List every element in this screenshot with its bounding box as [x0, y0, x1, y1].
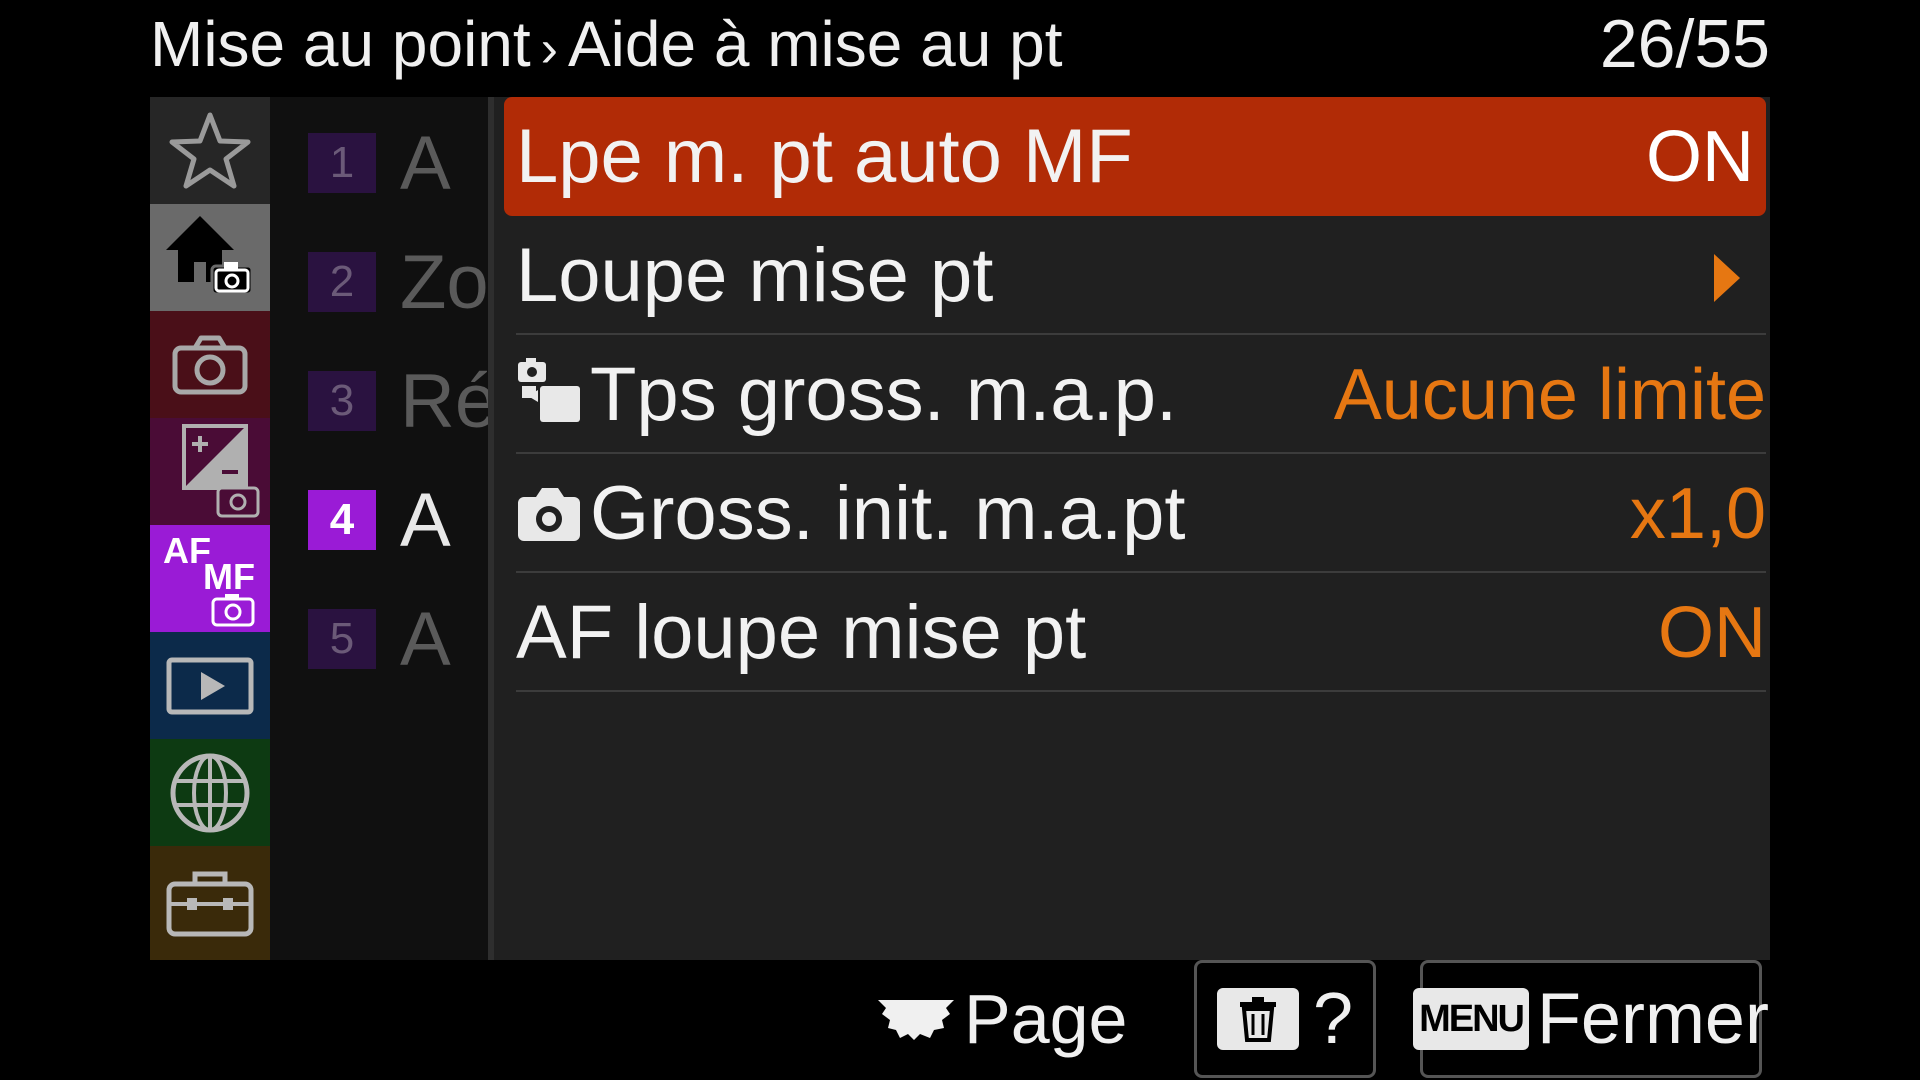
camera-icon	[516, 470, 584, 570]
page-indicator: 26/55	[1599, 6, 1770, 82]
category-favorites[interactable]	[150, 97, 270, 204]
page-item-4[interactable]: 4 A	[270, 454, 488, 573]
menu-item-auto-mf-assist[interactable]: Lpe m. pt auto MF ON	[504, 97, 1766, 216]
menu-item-label-wrap: Tps gross. m.a.p.	[516, 345, 1177, 451]
camera-icon	[172, 335, 248, 394]
page-number: 1	[308, 133, 376, 193]
menu-item-label: AF loupe mise pt	[516, 590, 1087, 675]
menu-footer: Page ? MENU Fermer	[0, 960, 1920, 1080]
menu-item-value: Aucune limite	[1333, 355, 1766, 435]
category-network[interactable]	[150, 739, 270, 846]
page-title-truncated: A	[400, 121, 451, 206]
menu-item-value: ON	[1646, 117, 1754, 197]
page-title-truncated: A	[400, 478, 451, 563]
page-hint: Page	[876, 974, 1127, 1064]
breadcrumb-subsection: Aide à mise au pt	[567, 8, 1063, 80]
playback-icon	[166, 657, 254, 714]
menu-item-value: x1,0	[1629, 474, 1766, 554]
page-title-truncated: A	[400, 597, 451, 682]
menu-item-label: Gross. init. m.a.pt	[590, 471, 1186, 556]
menu-item-label-wrap: Gross. init. m.a.pt	[516, 464, 1186, 570]
page-number: 2	[308, 252, 376, 312]
menu-header: Mise au point › Aide à mise au pt 26/55	[150, 0, 1770, 96]
category-focus[interactable]: AF MF	[150, 525, 270, 632]
close-label: Fermer	[1536, 979, 1769, 1059]
breadcrumb: Mise au point › Aide à mise au pt	[150, 2, 1062, 91]
menu-item-focus-magnif-time[interactable]: Tps gross. m.a.p. Aucune limite	[516, 335, 1766, 454]
category-setup[interactable]	[150, 846, 270, 960]
menu-item-focus-magnifier[interactable]: Loupe mise pt	[516, 216, 1766, 335]
help-button[interactable]: ?	[1194, 960, 1376, 1078]
menu-item-label: Loupe mise pt	[516, 233, 994, 318]
category-rail: AF MF	[150, 97, 270, 960]
page-item-3[interactable]: 3 Ré	[270, 335, 488, 454]
category-exposure-color[interactable]	[150, 418, 270, 525]
photo-movie-icon	[516, 351, 584, 451]
menu-item-af-focus-magnifier[interactable]: AF loupe mise pt ON	[516, 573, 1766, 692]
toolbox-icon	[166, 871, 254, 937]
menu-item-label: Lpe m. pt auto MF	[516, 114, 1133, 199]
page-number: 5	[308, 609, 376, 669]
page-item-5[interactable]: 5 A	[270, 573, 488, 692]
chevron-right-icon	[1714, 254, 1740, 302]
globe-icon	[170, 753, 250, 832]
page-number: 4	[308, 490, 376, 550]
exposure-comp-icon	[182, 423, 260, 517]
menu-item-label: Tps gross. m.a.p.	[590, 352, 1178, 437]
page-title-truncated: Zo	[400, 240, 488, 325]
af-mf-icon: AF MF	[163, 530, 255, 626]
control-wheel-icon	[878, 1000, 954, 1040]
breadcrumb-section: Mise au point	[150, 8, 531, 80]
category-shooting[interactable]	[150, 311, 270, 418]
trash-icon	[1216, 988, 1299, 1050]
breadcrumb-separator: ›	[540, 20, 558, 78]
menu-item-initial-magnif[interactable]: Gross. init. m.a.pt x1,0	[516, 454, 1766, 573]
category-main-shooting[interactable]	[150, 204, 270, 311]
close-button[interactable]: MENU Fermer	[1413, 960, 1769, 1078]
menu-item-value: ON	[1658, 593, 1766, 673]
star-icon	[169, 112, 251, 188]
category-playback[interactable]	[150, 632, 270, 739]
page-list: 1 A 2 Zo 3 Ré 4 A 5 A	[270, 97, 488, 960]
page-title-truncated: Ré	[400, 359, 488, 444]
menu-item-list: Lpe m. pt auto MF ON Loupe mise pt Tps g…	[488, 97, 1770, 960]
svg-text:MF: MF	[203, 556, 255, 597]
camera-menu-screen: Mise au point›Aide à mise au pt 26/55	[0, 0, 1920, 1080]
home-camera-icon	[166, 215, 254, 295]
menu-key-icon: MENU	[1413, 988, 1529, 1050]
page-item-1[interactable]: 1 A	[270, 97, 488, 216]
page-number: 3	[308, 371, 376, 431]
help-label: ?	[1312, 979, 1354, 1059]
page-item-2[interactable]: 2 Zo	[270, 216, 488, 335]
page-hint-label: Page	[964, 980, 1128, 1058]
